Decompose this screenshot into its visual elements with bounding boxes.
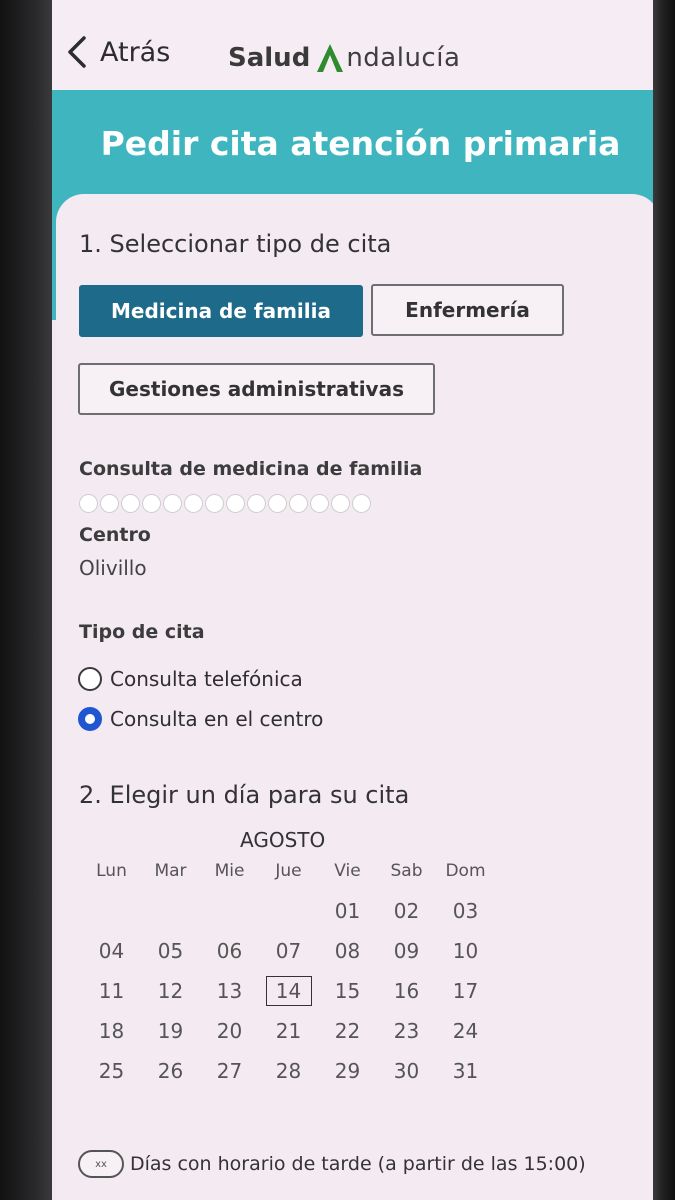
- calendar-day[interactable]: 30: [377, 1056, 436, 1086]
- back-button[interactable]: Atrás: [64, 30, 170, 74]
- calendar-day[interactable]: 11: [82, 976, 141, 1006]
- step1-title: 1. Seleccionar tipo de cita: [79, 230, 392, 258]
- salud-andalucia-logo: Salud ndalucía: [228, 36, 460, 80]
- calendar-day[interactable]: 05: [141, 936, 200, 966]
- calendar-day[interactable]: 09: [377, 936, 436, 966]
- weekday-label: Lun: [96, 861, 127, 881]
- step2-title: 2. Elegir un día para su cita: [79, 781, 410, 809]
- enfermeria-button[interactable]: Enfermería: [371, 284, 564, 336]
- calendar-day-today[interactable]: 14: [265, 976, 312, 1006]
- calendar-day[interactable]: 01: [318, 896, 377, 926]
- calendar-day[interactable]: 29: [318, 1056, 377, 1086]
- afternoon-legend-pill: xx: [78, 1150, 124, 1178]
- calendar-day[interactable]: 13: [200, 976, 259, 1006]
- weekday-label: Mie: [214, 861, 245, 881]
- afternoon-legend-text: Días con horario de tarde (a partir de l…: [130, 1153, 586, 1175]
- calendar-empty-cell: [259, 896, 318, 926]
- calendar-week: 01 02 03: [82, 896, 495, 926]
- weekday-label: Jue: [275, 861, 302, 881]
- redacted-doctor-name: [79, 494, 371, 516]
- calendar-month: AGOSTO: [240, 828, 326, 852]
- calendar-day[interactable]: 10: [436, 936, 495, 966]
- calendar-weekday-header: Lun Mar Mie Jue Vie Sab Dom: [82, 861, 495, 881]
- calendar-day[interactable]: 15: [318, 976, 377, 1006]
- radio-consulta-telefonica[interactable]: Consulta telefónica: [78, 667, 303, 691]
- calendar-day[interactable]: 20: [200, 1016, 259, 1046]
- calendar-day[interactable]: 02: [377, 896, 436, 926]
- calendar-day[interactable]: 19: [141, 1016, 200, 1046]
- brand-text-salud: Salud: [228, 43, 311, 73]
- radio-consulta-en-el-centro[interactable]: Consulta en el centro: [78, 707, 323, 731]
- calendar-day[interactable]: 04: [82, 936, 141, 966]
- page-title: Pedir cita atención primaria: [100, 124, 621, 163]
- calendar-week: 04 05 06 07 08 09 10: [82, 936, 495, 966]
- calendar-day[interactable]: 12: [141, 976, 200, 1006]
- top-navigation-bar: Atrás Salud ndalucía: [52, 0, 653, 90]
- device-bezel-right: [653, 0, 675, 1200]
- brand-text-andalucia: ndalucía: [346, 43, 461, 73]
- afternoon-hours-legend: xx Días con horario de tarde (a partir d…: [78, 1150, 586, 1178]
- centro-label: Centro: [79, 524, 151, 546]
- content-card: [56, 194, 653, 1200]
- radio-selected-icon: [78, 707, 102, 731]
- calendar-day[interactable]: 23: [377, 1016, 436, 1046]
- calendar-day[interactable]: 21: [259, 1016, 318, 1046]
- calendar-empty-cell: [200, 896, 259, 926]
- chevron-left-icon: [68, 36, 86, 68]
- calendar-empty-cell: [82, 896, 141, 926]
- calendar-day[interactable]: 18: [82, 1016, 141, 1046]
- calendar-day[interactable]: 06: [200, 936, 259, 966]
- calendar-day[interactable]: 16: [377, 976, 436, 1006]
- calendar-day[interactable]: 26: [141, 1056, 200, 1086]
- calendar-day[interactable]: 08: [318, 936, 377, 966]
- weekday-label: Dom: [445, 861, 486, 881]
- calendar-week: 18 19 20 21 22 23 24: [82, 1016, 495, 1046]
- weekday-label: Mar: [154, 861, 187, 881]
- calendar-day[interactable]: 07: [259, 936, 318, 966]
- radio-label-telefonica: Consulta telefónica: [110, 667, 303, 691]
- calendar-day[interactable]: 27: [200, 1056, 259, 1086]
- back-label: Atrás: [100, 36, 171, 68]
- gestiones-administrativas-button[interactable]: Gestiones administrativas: [78, 363, 435, 415]
- calendar-week: 25 26 27 28 29 30 31: [82, 1056, 495, 1086]
- medicina-de-familia-button[interactable]: Medicina de familia: [79, 285, 363, 337]
- calendar-day[interactable]: 22: [318, 1016, 377, 1046]
- app-screen: Atrás Salud ndalucía Pedir cita atención…: [52, 0, 653, 1200]
- calendar-week: 11 12 13 14 15 16 17: [82, 976, 495, 1006]
- andalucia-a-logo-icon: [317, 44, 344, 72]
- device-bezel-left: [0, 0, 52, 1200]
- calendar-empty-cell: [141, 896, 200, 926]
- calendar-day[interactable]: 24: [436, 1016, 495, 1046]
- centro-value: Olivillo: [79, 556, 147, 580]
- calendar-day[interactable]: 31: [436, 1056, 495, 1086]
- weekday-label: Vie: [334, 861, 361, 881]
- calendar-day[interactable]: 28: [259, 1056, 318, 1086]
- calendar-day[interactable]: 25: [82, 1056, 141, 1086]
- calendar-day[interactable]: 03: [436, 896, 495, 926]
- tipo-de-cita-label: Tipo de cita: [79, 621, 205, 643]
- consulta-label: Consulta de medicina de familia: [79, 458, 423, 480]
- calendar-day[interactable]: 17: [436, 976, 495, 1006]
- weekday-label: Sab: [390, 861, 423, 881]
- radio-unselected-icon: [78, 667, 102, 691]
- radio-label-centro: Consulta en el centro: [110, 707, 324, 731]
